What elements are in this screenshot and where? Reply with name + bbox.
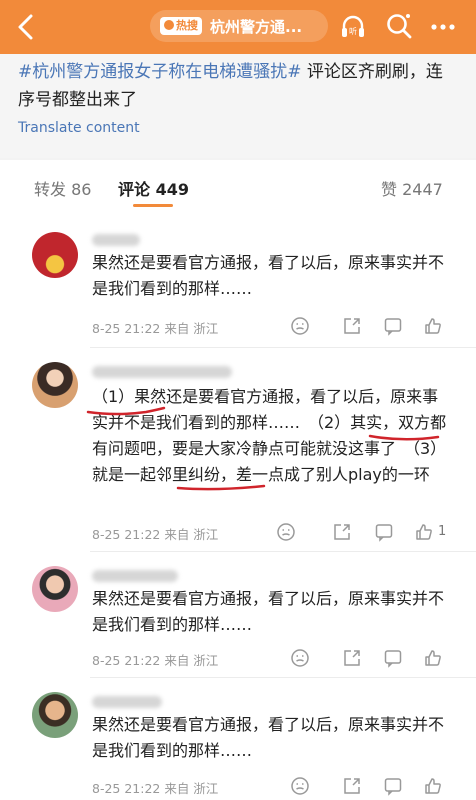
emoji-icon[interactable] [290,776,310,796]
comment-item: 果然还是要看官方通报，看了以后，原来事实并不是我们看到的那样…… 8-25 21… [0,678,476,800]
comment-text: 果然还是要看官方通报，看了以后，原来事实并不是我们看到的那样…… [92,253,445,298]
thumbs-up-icon[interactable] [423,648,443,668]
emoji-icon[interactable] [290,316,310,336]
comment-item: 果然还是要看官方通报，看了以后，原来事实并不是我们看到的那样…… 8-25 21… [0,212,476,348]
comment-meta: 8-25 21:22 来自 浙江 [92,653,219,668]
username-blurred[interactable] [92,696,162,708]
emoji-icon[interactable] [276,522,296,542]
username-blurred[interactable] [92,570,178,582]
comment-item: 果然还是要看官方通报，看了以后，原来事实并不是我们看到的那样…… 8-25 21… [0,552,476,678]
comment-icon[interactable] [383,648,403,668]
share-icon[interactable] [332,522,352,542]
hot-search-badge: 热搜 [160,17,202,35]
username-blurred[interactable] [92,234,140,246]
comment-text: 果然还是要看官方通报，看了以后，原来事实并不是我们看到的那样…… [92,589,445,634]
back-arrow-icon[interactable] [10,10,44,44]
post-text: #杭州警方通报女子称在电梯遭骚扰# 评论区齐刷刷，连序号都整出来了 [18,58,458,114]
tab-reposts[interactable]: 转发 86 [34,176,91,200]
avatar[interactable] [32,566,78,612]
thumbs-up-icon[interactable] [414,522,434,542]
share-icon[interactable] [342,776,362,796]
tab-comments[interactable]: 评论 449 [118,176,189,200]
more-icon[interactable] [428,12,458,42]
search-icon[interactable] [384,11,414,41]
avatar[interactable] [32,232,78,278]
tab-likes[interactable]: 赞 2447 [381,176,443,200]
avatar[interactable] [32,362,78,408]
comment-text: （1）果然还是要看官方通报，看了以后，原来事实并不是我们看到的那样…… （2）其… [92,387,447,484]
hashtag-link[interactable]: #杭州警方通报女子称在电梯遭骚扰# [18,62,302,82]
hot-badge-label: 热搜 [176,19,198,32]
headphones-icon[interactable]: 听 [338,12,368,42]
comment-icon[interactable] [383,776,403,796]
comment-meta: 8-25 21:22 来自 浙江 [92,321,219,336]
username-blurred[interactable] [92,366,232,378]
comment-meta: 8-25 21:22 来自 浙江 [92,781,219,796]
avatar[interactable] [32,692,78,738]
comment-list: 果然还是要看官方通报，看了以后，原来事实并不是我们看到的那样…… 8-25 21… [0,212,476,800]
emoji-icon[interactable] [290,648,310,668]
svg-text:听: 听 [349,27,357,36]
translate-link[interactable]: Translate content [18,120,140,136]
post-body: #杭州警方通报女子称在电梯遭骚扰# 评论区齐刷刷，连序号都整出来了 Transl… [0,54,476,158]
active-tab-indicator [133,204,173,207]
topic-title-pill[interactable]: 热搜 杭州警方通... [150,10,328,42]
topic-title: 杭州警方通... [210,18,303,36]
comment-icon[interactable] [374,522,394,542]
top-bar: 热搜 杭州警方通... 听 [0,0,476,54]
thumbs-up-icon[interactable] [423,776,443,796]
share-icon[interactable] [342,648,362,668]
flame-icon [164,20,174,30]
comment-text: 果然还是要看官方通报，看了以后，原来事实并不是我们看到的那样…… [92,715,445,760]
tab-bar: 转发 86 评论 449 赞 2447 [0,160,476,212]
thumbs-up-icon[interactable] [423,316,443,336]
comment-icon[interactable] [383,316,403,336]
comment-meta: 8-25 21:22 来自 浙江 [92,527,219,542]
comment-item: （1）果然还是要看官方通报，看了以后，原来事实并不是我们看到的那样…… （2）其… [0,348,476,552]
like-count: 1 [438,524,447,539]
share-icon[interactable] [342,316,362,336]
